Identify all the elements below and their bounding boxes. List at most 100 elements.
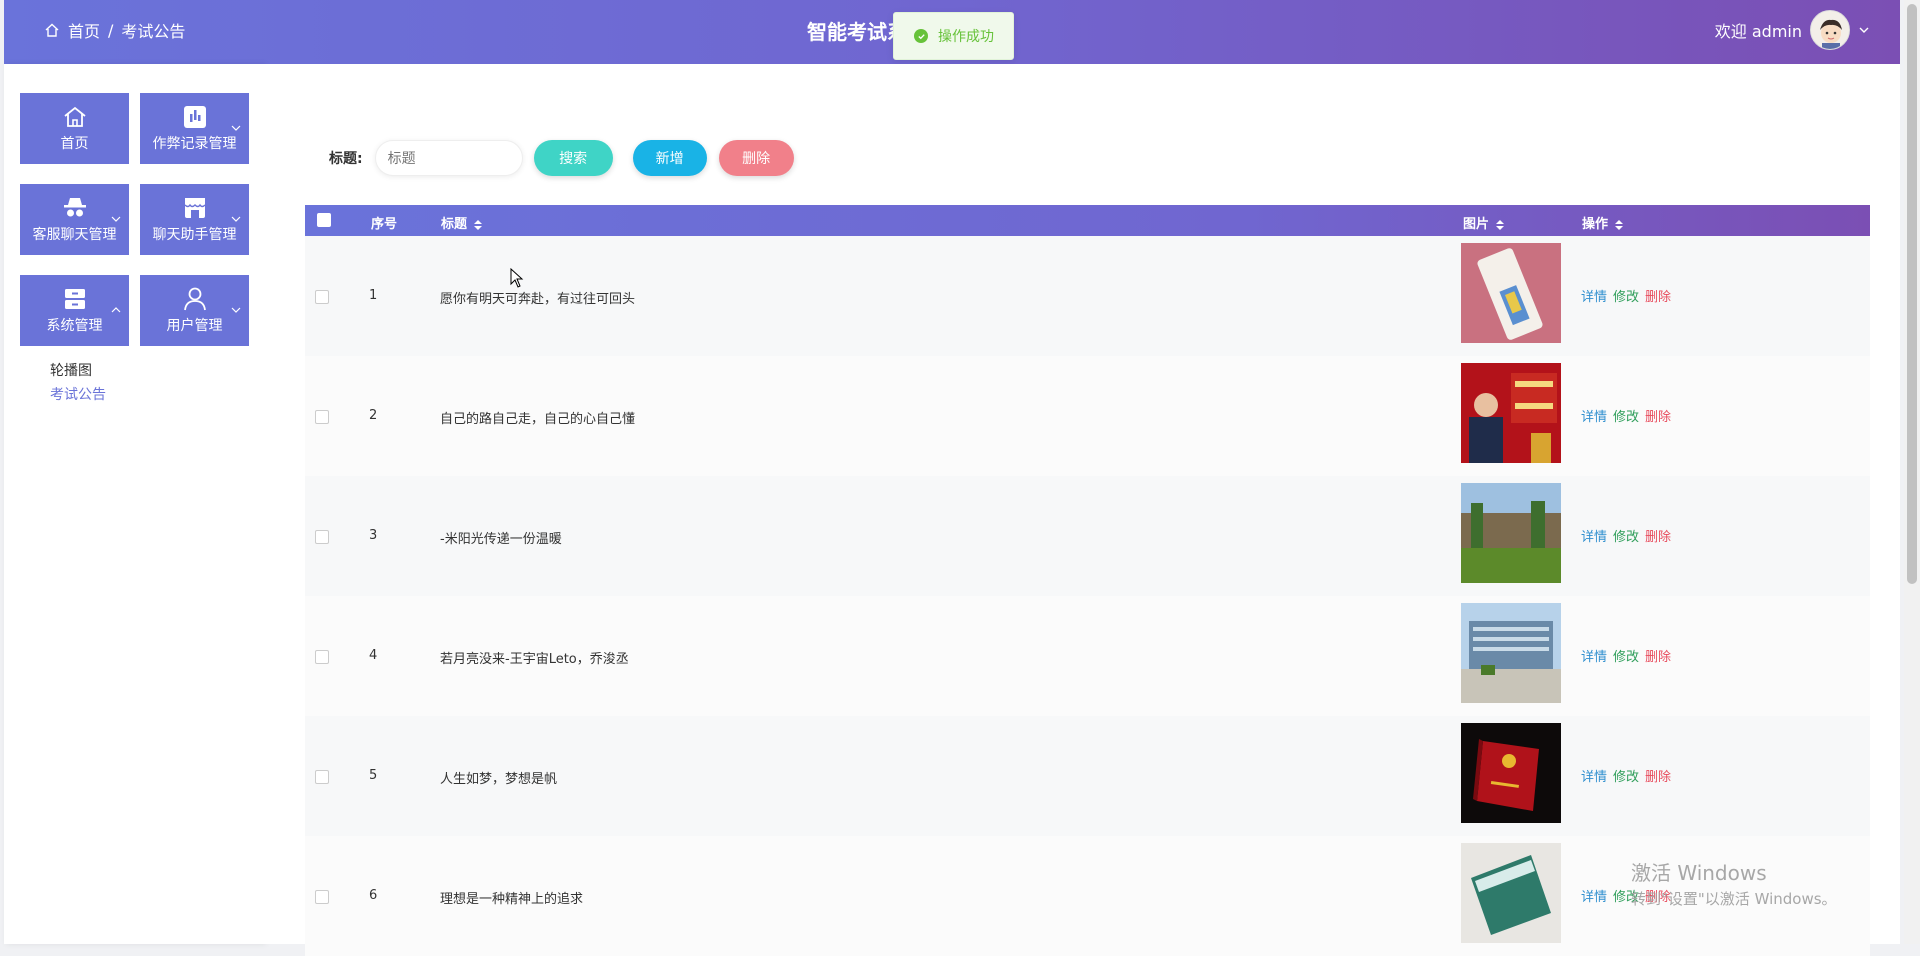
- detail-link[interactable]: 详情: [1581, 526, 1607, 545]
- sidebar-tile-support-chat[interactable]: 客服聊天管理: [20, 184, 129, 255]
- success-toast: 操作成功: [893, 12, 1014, 60]
- home-icon[interactable]: [44, 22, 60, 38]
- search-button[interactable]: 搜索: [533, 140, 613, 176]
- sidebar-tile-label: 首页: [60, 136, 89, 152]
- user-menu[interactable]: 欢迎 admin: [1715, 10, 1870, 50]
- edit-link[interactable]: 修改: [1613, 406, 1639, 425]
- sort-icon[interactable]: [473, 219, 483, 231]
- sidebar-tile-label: 用户管理: [166, 318, 223, 334]
- row-title: 人生如梦，梦想是帆: [440, 772, 558, 787]
- user-icon: [183, 287, 206, 311]
- row-title: -米阳光传递一份温暖: [440, 532, 562, 547]
- header-title[interactable]: 标题: [441, 213, 483, 232]
- batch-delete-button[interactable]: 删除: [718, 140, 794, 176]
- row-actions: 详情 修改 删除: [1581, 646, 1671, 665]
- sidebar-tile-system[interactable]: 系统管理: [20, 275, 129, 346]
- row-image[interactable]: [1461, 843, 1561, 943]
- header-index: 序号: [371, 217, 398, 232]
- sidebar-tile-label: 客服聊天管理: [32, 227, 117, 243]
- detail-link[interactable]: 详情: [1581, 406, 1607, 425]
- table-row: 4 若月亮没来-王宇宙Leto，乔浚丞 详情 修改 删除: [305, 596, 1870, 716]
- table-row: 5 人生如梦，梦想是帆 详情 修改 删除: [305, 716, 1870, 836]
- welcome-text: 欢迎 admin: [1714, 22, 1802, 41]
- edit-link[interactable]: 修改: [1613, 766, 1639, 785]
- breadcrumb-home[interactable]: 首页: [68, 18, 100, 42]
- delete-link[interactable]: 删除: [1645, 766, 1671, 785]
- sidebar-tile-users[interactable]: 用户管理: [140, 275, 249, 346]
- sort-icon[interactable]: [1614, 219, 1624, 231]
- delete-link[interactable]: 删除: [1645, 646, 1671, 665]
- row-image[interactable]: [1461, 723, 1561, 823]
- row-checkbox[interactable]: [315, 410, 329, 424]
- chevron-up-icon: [111, 307, 121, 313]
- watermark-line1: 激活 Windows: [1631, 861, 1767, 885]
- chevron-down-icon[interactable]: [1858, 24, 1870, 36]
- row-actions: 详情 修改 删除: [1581, 526, 1671, 545]
- row-index: 6: [369, 888, 378, 903]
- row-title: 自己的路自己走，自己的心自己懂: [440, 412, 636, 427]
- row-actions: 详情 修改 删除: [1581, 406, 1671, 425]
- submenu-item-exam-notice[interactable]: 考试公告: [50, 383, 106, 407]
- row-actions: 详情 修改 删除: [1581, 286, 1671, 305]
- delete-link[interactable]: 删除: [1645, 526, 1671, 545]
- row-checkbox[interactable]: [315, 770, 329, 784]
- sidebar-tile-home[interactable]: 首页: [20, 93, 129, 164]
- row-title: 愿你有明天可奔赴，有过往可回头: [440, 292, 636, 307]
- chevron-down-icon: [111, 216, 121, 222]
- breadcrumb-current: 考试公告: [121, 22, 186, 41]
- header-image[interactable]: 图片: [1463, 213, 1505, 232]
- row-image[interactable]: [1461, 243, 1561, 343]
- header-image-label: 图片: [1463, 217, 1490, 232]
- detail-link[interactable]: 详情: [1581, 646, 1607, 665]
- store-icon: [184, 198, 205, 218]
- table-row: 2 自己的路自己走，自己的心自己懂 详情 修改 删除: [305, 356, 1870, 476]
- row-image[interactable]: [1461, 483, 1561, 583]
- row-actions: 详情 修改 删除: [1581, 766, 1671, 785]
- detail-link[interactable]: 详情: [1581, 286, 1607, 305]
- incognito-icon: [63, 198, 86, 217]
- scrollbar-thumb[interactable]: [1907, 4, 1917, 584]
- chevron-down-icon: [231, 216, 241, 222]
- avatar[interactable]: [1810, 10, 1850, 50]
- chevron-down-icon: [231, 125, 241, 131]
- row-image[interactable]: [1461, 363, 1561, 463]
- sidebar-tile-label: 聊天助手管理: [152, 227, 237, 243]
- header-actions-label: 操作: [1582, 217, 1609, 232]
- mouse-cursor-icon: [510, 268, 524, 288]
- search-title-input[interactable]: [374, 140, 523, 176]
- page-scrollbar[interactable]: [1904, 0, 1920, 944]
- row-checkbox[interactable]: [315, 650, 329, 664]
- search-title-label: 标题:: [329, 151, 363, 167]
- row-checkbox[interactable]: [315, 890, 329, 904]
- sidebar-tile-cheat-records[interactable]: 作弊记录管理: [140, 93, 249, 164]
- chevron-down-icon: [231, 307, 241, 313]
- row-index: 4: [369, 648, 378, 663]
- edit-link[interactable]: 修改: [1613, 286, 1639, 305]
- sidebar: 首页 作弊记录管理 客服聊天管理 聊天助手管理 系统管理 用户管理 轮播图 考试…: [4, 64, 264, 944]
- windows-activation-watermark: 激活 Windows 转到"设置"以激活 Windows。: [1631, 857, 1837, 909]
- edit-link[interactable]: 修改: [1613, 526, 1639, 545]
- edit-link[interactable]: 修改: [1613, 646, 1639, 665]
- row-index: 3: [369, 528, 378, 543]
- sidebar-tile-chat-assistant[interactable]: 聊天助手管理: [140, 184, 249, 255]
- row-index: 1: [369, 288, 378, 303]
- header-title-label: 标题: [441, 217, 468, 232]
- detail-link[interactable]: 详情: [1581, 886, 1607, 905]
- row-title: 若月亮没来-王宇宙Leto，乔浚丞: [440, 652, 629, 667]
- add-button[interactable]: 新增: [632, 140, 707, 176]
- sort-icon[interactable]: [1495, 219, 1505, 231]
- detail-link[interactable]: 详情: [1581, 766, 1607, 785]
- sidebar-tile-label: 作弊记录管理: [152, 136, 237, 152]
- delete-link[interactable]: 删除: [1645, 286, 1671, 305]
- row-checkbox[interactable]: [315, 290, 329, 304]
- header-actions[interactable]: 操作: [1582, 213, 1624, 232]
- submenu-item-carousel[interactable]: 轮播图: [50, 359, 106, 383]
- row-image[interactable]: [1461, 603, 1561, 703]
- watermark-line2: 转到"设置"以激活 Windows。: [1631, 890, 1837, 908]
- row-checkbox[interactable]: [315, 530, 329, 544]
- select-all-checkbox[interactable]: [317, 213, 331, 227]
- archive-icon: [64, 289, 85, 309]
- row-index: 2: [369, 408, 378, 423]
- delete-link[interactable]: 删除: [1645, 406, 1671, 425]
- row-index: 5: [369, 768, 378, 783]
